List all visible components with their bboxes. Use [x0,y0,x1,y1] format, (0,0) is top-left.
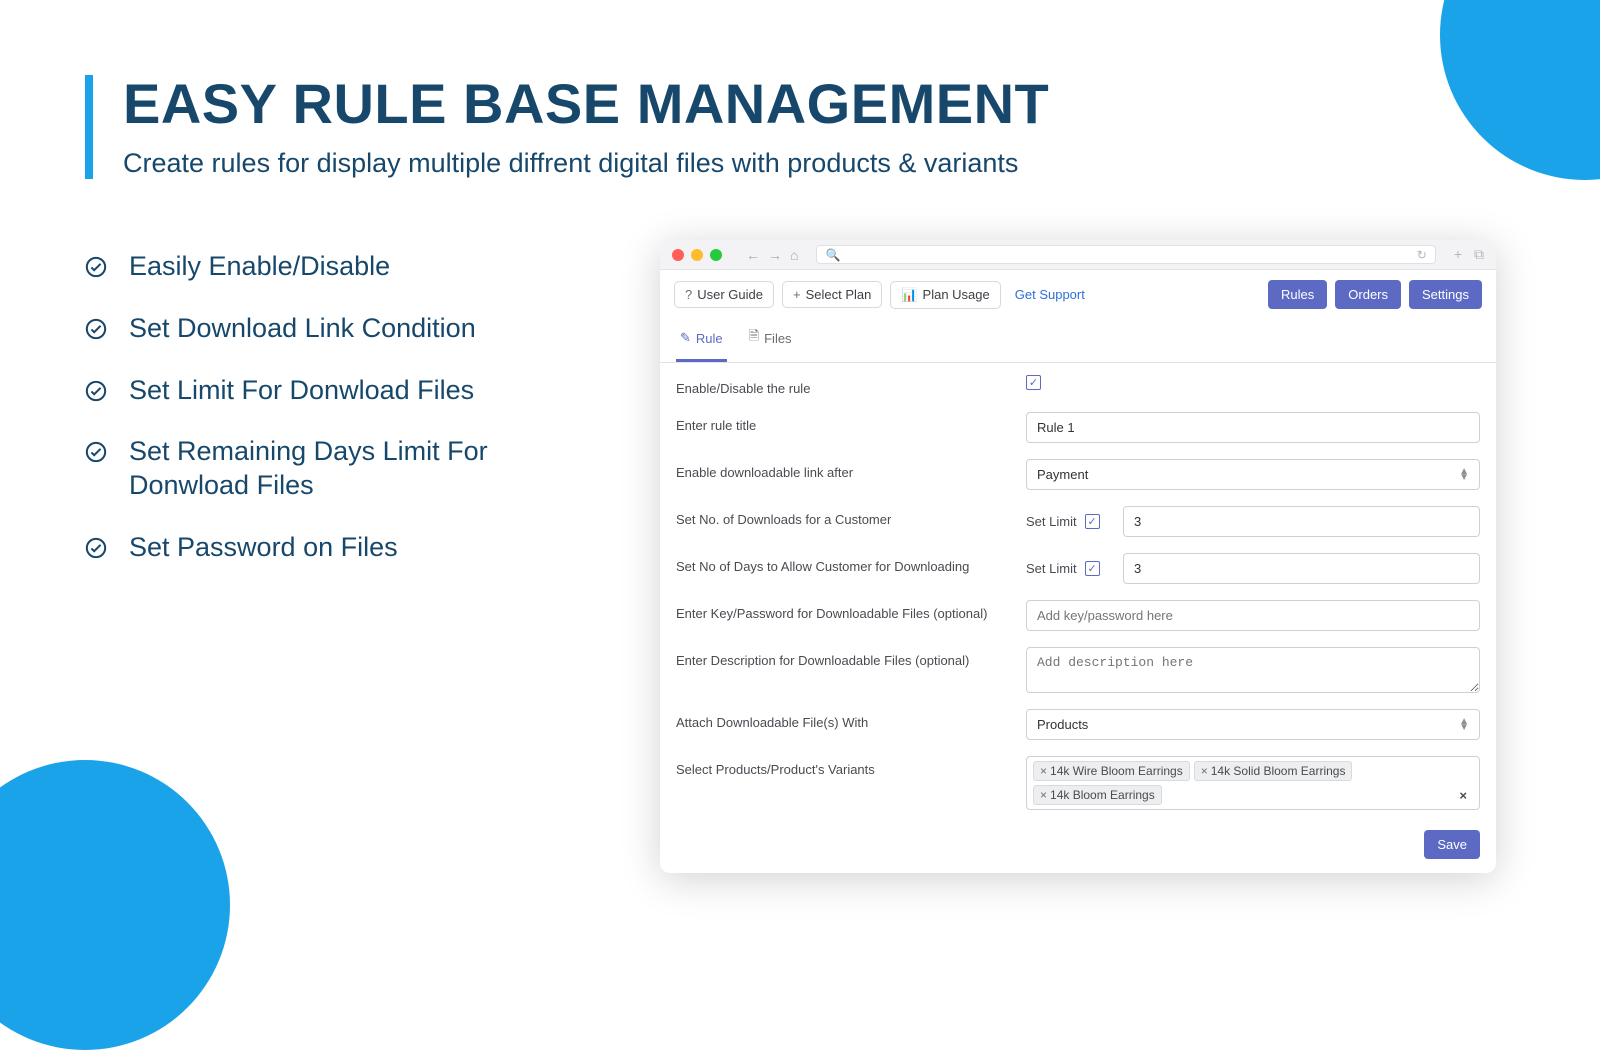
select-products-label: Select Products/Product's Variants [676,756,1006,777]
search-icon: 🔍 [825,248,840,262]
tag-label: 14k Solid Bloom Earrings [1211,764,1346,778]
minimize-icon[interactable] [691,249,703,261]
save-button[interactable]: Save [1424,830,1480,859]
tag-remove-icon[interactable]: × [1201,764,1208,778]
tab-files[interactable]: 🗎 Files [745,319,796,362]
browser-chrome: ← → ⌂ 🔍 ↻ + ⧉ [660,240,1496,270]
tag-remove-icon[interactable]: × [1040,764,1047,778]
plus-icon[interactable]: + [1454,246,1462,263]
label: Rule [696,331,723,346]
feature-item: Easily Enable/Disable [85,250,615,284]
tag-remove-icon[interactable]: × [1040,788,1047,802]
label: Files [764,331,791,346]
feature-text: Set Limit For Donwload Files [129,374,474,408]
link-after-label: Enable downloadable link after [676,459,1006,480]
attach-select[interactable]: Products ▲▼ [1026,709,1480,740]
key-label: Enter Key/Password for Downloadable File… [676,600,1006,621]
decoration-blob-top [1440,0,1600,180]
selected-value: Products [1037,717,1088,732]
key-input[interactable] [1026,600,1480,631]
chevron-updown-icon: ▲▼ [1459,469,1469,481]
set-limit-label: Set Limit [1026,561,1077,576]
selected-value: Payment [1037,467,1088,482]
address-bar[interactable]: 🔍 ↻ [816,245,1435,264]
days-limit-label: Set No of Days to Allow Customer for Dow… [676,553,1006,574]
reload-icon[interactable]: ↻ [1417,248,1427,262]
tag-label: 14k Bloom Earrings [1050,788,1155,802]
rule-title-label: Enter rule title [676,412,1006,433]
feature-text: Set Remaining Days Limit For Donwload Fi… [129,435,615,503]
chart-icon: 📊 [901,287,917,303]
clear-tags-icon[interactable]: × [1453,788,1473,803]
rule-title-input[interactable] [1026,412,1480,443]
close-icon[interactable] [672,249,684,261]
products-tag-input[interactable]: ×14k Wire Bloom Earrings ×14k Solid Bloo… [1026,756,1480,810]
rule-form: Enable/Disable the rule ✓ Enter rule tit… [660,363,1496,873]
browser-window: ← → ⌂ 🔍 ↻ + ⧉ ? User Guide + Select Plan 📊… [660,240,1496,873]
label: Select Plan [806,287,872,302]
check-circle-icon [85,537,107,559]
decoration-blob-bottom [0,760,230,1050]
downloads-limit-checkbox[interactable]: ✓ [1085,514,1100,529]
header-block: EASY RULE BASE MANAGEMENT Create rules f… [85,75,1049,179]
product-tag: ×14k Bloom Earrings [1033,785,1162,805]
plan-usage-button[interactable]: 📊 Plan Usage [890,281,1000,309]
tabs: ✎ Rule 🗎 Files [660,319,1496,363]
check-circle-icon [85,256,107,278]
settings-button[interactable]: Settings [1409,280,1482,309]
feature-text: Set Password on Files [129,531,398,565]
tab-rule[interactable]: ✎ Rule [676,319,727,362]
feature-list: Easily Enable/Disable Set Download Link … [85,250,615,593]
help-icon: ? [685,287,692,302]
forward-icon[interactable]: → [768,247,782,263]
label: Plan Usage [923,287,990,302]
description-label: Enter Description for Downloadable Files… [676,647,1006,668]
description-input[interactable] [1026,647,1480,693]
downloads-limit-input[interactable] [1123,506,1480,537]
page-subtitle: Create rules for display multiple diffre… [123,148,1049,179]
feature-item: Set Password on Files [85,531,615,565]
link-after-select[interactable]: Payment ▲▼ [1026,459,1480,490]
copy-icon[interactable]: ⧉ [1474,246,1484,263]
window-controls [672,249,722,261]
days-limit-checkbox[interactable]: ✓ [1085,561,1100,576]
check-circle-icon [85,441,107,463]
enable-rule-checkbox[interactable]: ✓ [1026,375,1041,390]
feature-text: Easily Enable/Disable [129,250,390,284]
orders-button[interactable]: Orders [1335,280,1401,309]
user-guide-button[interactable]: ? User Guide [674,281,774,308]
feature-item: Set Remaining Days Limit For Donwload Fi… [85,435,615,503]
product-tag: ×14k Wire Bloom Earrings [1033,761,1190,781]
rules-button[interactable]: Rules [1268,280,1327,309]
app-toolbar: ? User Guide + Select Plan 📊 Plan Usage Get… [660,270,1496,319]
enable-rule-label: Enable/Disable the rule [676,375,1006,396]
set-limit-wrap: Set Limit ✓ [1026,514,1111,529]
page-title: EASY RULE BASE MANAGEMENT [123,75,1049,134]
home-icon[interactable]: ⌂ [790,247,798,263]
get-support-link[interactable]: Get Support [1015,287,1085,302]
downloads-limit-label: Set No. of Downloads for a Customer [676,506,1006,527]
feature-text: Set Download Link Condition [129,312,476,346]
days-limit-input[interactable] [1123,553,1480,584]
plus-icon: + [793,287,801,302]
feature-item: Set Download Link Condition [85,312,615,346]
set-limit-wrap: Set Limit ✓ [1026,561,1111,576]
maximize-icon[interactable] [710,249,722,261]
set-limit-label: Set Limit [1026,514,1077,529]
attach-label: Attach Downloadable File(s) With [676,709,1006,730]
feature-item: Set Limit For Donwload Files [85,374,615,408]
chevron-updown-icon: ▲▼ [1459,719,1469,731]
pencil-icon: ✎ [680,330,691,346]
back-icon[interactable]: ← [746,247,760,263]
file-icon: 🗎 [749,327,759,349]
check-circle-icon [85,380,107,402]
select-plan-button[interactable]: + Select Plan [782,281,882,308]
tag-label: 14k Wire Bloom Earrings [1050,764,1183,778]
product-tag: ×14k Solid Bloom Earrings [1194,761,1353,781]
label: User Guide [697,287,763,302]
check-circle-icon [85,318,107,340]
